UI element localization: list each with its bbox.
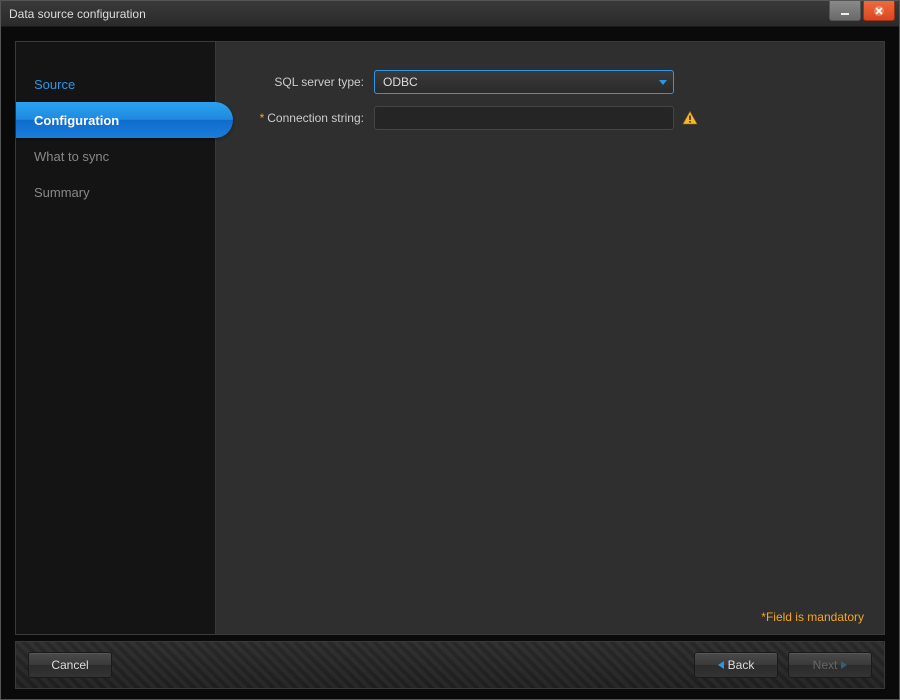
dialog-body: Source Configuration What to sync Summar… [15, 41, 885, 635]
warning-icon [682, 110, 698, 126]
sidebar-item-source[interactable]: Source [16, 66, 215, 102]
minimize-button[interactable] [829, 1, 861, 21]
button-label: Cancel [51, 658, 88, 672]
sidebar-item-label: What to sync [34, 149, 109, 164]
label-text: Connection string: [267, 111, 364, 125]
wizard-sidebar: Source Configuration What to sync Summar… [16, 42, 216, 634]
sidebar-item-what-to-sync[interactable]: What to sync [16, 138, 215, 174]
sidebar-item-label: Configuration [34, 113, 119, 128]
back-button[interactable]: Back [694, 652, 778, 678]
required-marker: * [260, 111, 265, 125]
content-area: SQL server type: ODBC *Connection string… [216, 42, 884, 634]
button-label: Back [728, 658, 755, 672]
arrow-right-icon [841, 661, 847, 669]
sidebar-item-label: Source [34, 77, 75, 92]
window-controls [829, 1, 899, 21]
row-sql-server-type: SQL server type: ODBC [244, 70, 856, 94]
chevron-down-icon [659, 80, 667, 85]
titlebar: Data source configuration [1, 1, 899, 27]
arrow-left-icon [718, 661, 724, 669]
mandatory-note: *Field is mandatory [761, 610, 864, 624]
next-button[interactable]: Next [788, 652, 872, 678]
select-sql-server-type[interactable]: ODBC [374, 70, 674, 94]
select-value: ODBC [383, 75, 418, 89]
dialog-footer: Cancel Back Next [15, 641, 885, 689]
sidebar-item-configuration[interactable]: Configuration [16, 102, 233, 138]
dialog-window: Data source configuration Source Configu… [0, 0, 900, 700]
cancel-button[interactable]: Cancel [28, 652, 112, 678]
input-connection-string[interactable] [374, 106, 674, 130]
close-icon [873, 5, 885, 17]
window-title: Data source configuration [9, 7, 146, 21]
label-connection-string: *Connection string: [244, 111, 374, 125]
label-sql-server-type: SQL server type: [244, 75, 374, 89]
minimize-icon [839, 5, 851, 17]
row-connection-string: *Connection string: [244, 106, 856, 130]
sidebar-item-summary[interactable]: Summary [16, 174, 215, 210]
close-button[interactable] [863, 1, 895, 21]
button-label: Next [813, 658, 838, 672]
sidebar-item-label: Summary [34, 185, 90, 200]
